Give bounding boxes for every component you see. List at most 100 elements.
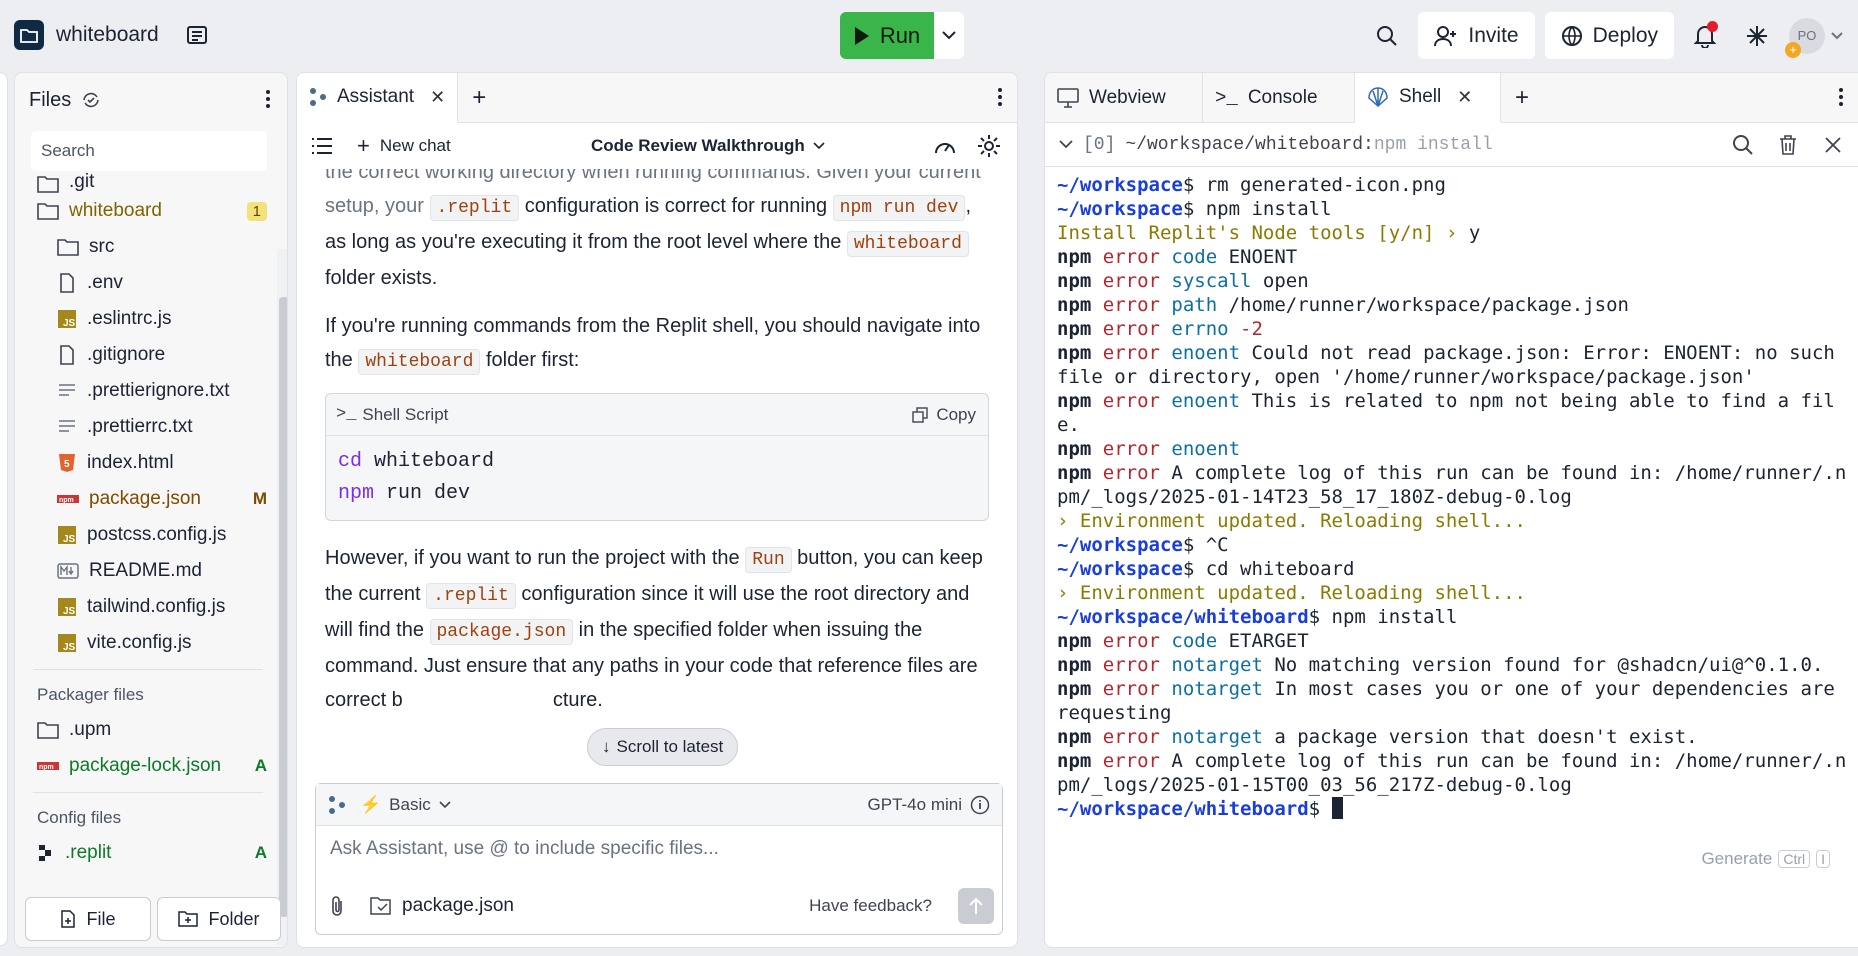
attached-file-chip[interactable]: package.json [370,895,514,917]
run-button[interactable]: Run [840,12,934,59]
file-item-package-lock[interactable]: npm package-lock.json A [23,748,273,784]
settings-gear-icon[interactable] [977,134,1001,158]
file-item-package-json[interactable]: npm package.json M [23,481,273,517]
file-name: README.md [89,560,202,581]
project-switcher[interactable]: whiteboard [14,20,209,50]
file-item-src[interactable]: src [23,229,273,265]
terminal-line: › Environment updated. Reloading shell..… [1057,509,1847,533]
account-menu[interactable]: PO + [1785,12,1844,59]
file-item-prettierignore[interactable]: .prettierignore.txt [23,373,273,409]
add-tab-button[interactable]: + [1501,73,1543,122]
chat-title: Code Review Walkthrough [591,136,805,155]
terminal-segment: ~/workspace [1057,198,1183,220]
file-item-prettierrc[interactable]: .prettierrc.txt [23,409,273,445]
terminal-segment: error [1091,246,1160,268]
terminal-segment: ~/workspace/whiteboard [1057,798,1309,820]
new-chat-button[interactable]: + New chat [357,133,451,159]
run-label: Run [879,22,921,48]
message-paragraph: However, if you want to run the project … [325,541,989,717]
config-files-heading: Config files [37,808,122,827]
more-options-icon[interactable] [265,89,271,109]
new-file-button[interactable]: File [25,897,151,941]
attached-file-name: package.json [402,895,514,916]
terminal-segment: ETARGET [1217,630,1309,652]
file-icon [57,345,77,365]
terminal-output[interactable]: ~/workspace$ rm generated-icon.png ~/work… [1057,173,1847,821]
scroll-to-latest-button[interactable]: ↓ Scroll to latest [587,728,739,766]
code-line: npm run dev [338,478,976,510]
attach-paperclip-icon[interactable] [328,895,346,917]
tab-assistant[interactable]: Assistant ✕ [297,73,459,123]
file-item-gitignore[interactable]: .gitignore [23,337,273,373]
terminal-segment: error [1091,462,1160,484]
notifications-button[interactable] [1684,12,1726,59]
divider [33,792,263,793]
more-options-icon[interactable] [997,87,1003,107]
feedback-link[interactable]: Have feedback? [809,896,932,916]
new-folder-button[interactable]: Folder [157,897,281,941]
markdown-icon [57,563,79,579]
mode-dropdown[interactable]: ⚡ Basic [360,795,451,815]
invite-button[interactable]: Invite [1418,12,1535,59]
kbd-ctrl: Ctrl [1778,850,1811,868]
deploy-button[interactable]: Deploy [1544,12,1674,59]
chevron-down-icon [942,31,956,40]
terminal-segment: notarget [1159,678,1263,700]
copy-button[interactable]: Copy [912,398,976,432]
file-item-index-html[interactable]: 5 index.html [23,445,273,481]
code-keyword: cd [338,450,363,473]
terminal-segment: /home/runner/workspace/package.json [1217,294,1629,316]
arrow-down-icon: ↓ [602,737,611,756]
file-item-replit[interactable]: .replit A [23,835,273,871]
file-item-vite-config[interactable]: JS vite.config.js [23,625,273,661]
chevron-down-icon [813,142,825,150]
inline-code: Run [745,547,792,573]
search-button[interactable] [1366,12,1408,59]
close-tab-icon[interactable]: ✕ [430,87,445,108]
file-item-postcss-config[interactable]: JS postcss.config.js [23,517,273,553]
arrow-up-icon [969,897,983,915]
files-scrollbar[interactable] [277,249,287,945]
usage-gauge-icon[interactable] [933,136,957,156]
play-icon [854,26,870,46]
assistant-prompt-input[interactable]: Ask Assistant, use @ to include specific… [316,826,1002,872]
terminal-line: ~/workspace$ cd whiteboard [1057,557,1847,581]
more-options-icon[interactable] [1838,87,1844,107]
avatar-plus-badge: + [1785,41,1801,58]
tab-console[interactable]: >_ Console [1203,73,1355,122]
divider [33,669,263,670]
generate-command-hint[interactable]: Generate Ctrl I [1701,849,1830,869]
file-item-env[interactable]: .env [23,265,273,301]
add-tab-button[interactable]: + [458,73,500,122]
chat-title-dropdown[interactable]: Code Review Walkthrough [591,136,825,156]
terminal-segment: A complete log of this run can be found … [1057,462,1847,508]
close-tab-icon[interactable]: ✕ [1457,87,1472,108]
tab-label: Assistant [337,86,415,107]
file-item-git[interactable]: .git [23,173,273,193]
info-icon[interactable] [970,795,990,815]
close-icon[interactable] [1824,136,1842,154]
scroll-thumb[interactable] [279,297,287,917]
workspace-menu-icon[interactable] [185,23,209,47]
chat-history-icon[interactable] [311,137,333,155]
code-block-header: >_ Shell Script Copy [326,394,988,436]
send-button[interactable] [958,888,994,924]
search-icon [1376,25,1398,47]
file-item-tailwind-config[interactable]: JS tailwind.config.js [23,589,273,625]
collapse-chevron-icon[interactable] [1059,140,1073,149]
tab-webview[interactable]: Webview [1045,73,1203,122]
file-item-readme[interactable]: README.md [23,553,273,589]
file-name: index.html [87,452,174,473]
composer-footer: package.json Have feedback? [316,886,1002,926]
folder-icon [37,202,59,220]
run-options-button[interactable] [934,12,964,59]
ai-spark-button[interactable] [1736,12,1778,59]
model-selector[interactable]: GPT-4o mini [868,795,990,815]
file-item-whiteboard[interactable]: whiteboard 1 [23,193,273,229]
search-icon[interactable] [1732,134,1754,156]
file-item-eslintrc[interactable]: JS .eslintrc.js [23,301,273,337]
trash-icon[interactable] [1778,134,1798,156]
files-search-input[interactable]: Search [31,131,267,171]
tab-shell[interactable]: Shell ✕ [1355,73,1501,123]
file-item-upm[interactable]: .upm [23,712,273,748]
